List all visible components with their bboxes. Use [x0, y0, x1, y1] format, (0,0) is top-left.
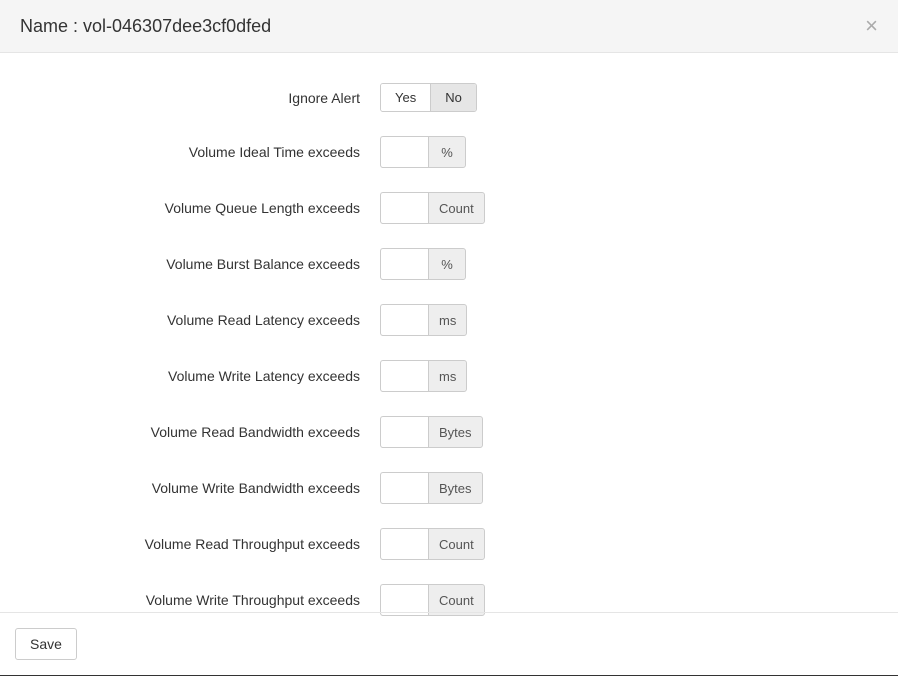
toggle-yes[interactable]: Yes [381, 84, 431, 111]
input-ideal-time[interactable] [380, 136, 428, 168]
toggle-group-ignore-alert: Yes No [380, 83, 477, 112]
modal-title: Name : vol-046307dee3cf0dfed [20, 16, 271, 37]
unit-ideal-time: % [428, 136, 466, 168]
label-write-latency: Volume Write Latency exceeds [20, 368, 380, 384]
label-write-throughput: Volume Write Throughput exceeds [20, 592, 380, 608]
input-group-queue-length: Count [380, 192, 485, 224]
row-write-latency: Volume Write Latency exceeds ms [20, 360, 878, 392]
modal-header: Name : vol-046307dee3cf0dfed × [0, 0, 898, 53]
unit-read-bandwidth: Bytes [428, 416, 483, 448]
unit-write-bandwidth: Bytes [428, 472, 483, 504]
label-ideal-time: Volume Ideal Time exceeds [20, 144, 380, 160]
input-read-bandwidth[interactable] [380, 416, 428, 448]
input-read-latency[interactable] [380, 304, 428, 336]
modal-body: Ignore Alert Yes No Volume Ideal Time ex… [0, 53, 898, 680]
modal-footer: Save [0, 612, 898, 676]
input-group-read-bandwidth: Bytes [380, 416, 483, 448]
close-button[interactable]: × [865, 15, 878, 37]
row-ignore-alert: Ignore Alert Yes No [20, 83, 878, 112]
label-write-bandwidth: Volume Write Bandwidth exceeds [20, 480, 380, 496]
toggle-ignore-alert: Yes No [380, 83, 477, 112]
row-read-bandwidth: Volume Read Bandwidth exceeds Bytes [20, 416, 878, 448]
unit-write-latency: ms [428, 360, 467, 392]
label-read-throughput: Volume Read Throughput exceeds [20, 536, 380, 552]
save-button[interactable]: Save [15, 628, 77, 660]
unit-read-latency: ms [428, 304, 467, 336]
input-queue-length[interactable] [380, 192, 428, 224]
unit-queue-length: Count [428, 192, 485, 224]
label-read-bandwidth: Volume Read Bandwidth exceeds [20, 424, 380, 440]
input-write-latency[interactable] [380, 360, 428, 392]
unit-burst-balance: % [428, 248, 466, 280]
input-group-read-throughput: Count [380, 528, 485, 560]
input-group-write-latency: ms [380, 360, 467, 392]
row-read-throughput: Volume Read Throughput exceeds Count [20, 528, 878, 560]
label-burst-balance: Volume Burst Balance exceeds [20, 256, 380, 272]
unit-read-throughput: Count [428, 528, 485, 560]
input-group-read-latency: ms [380, 304, 467, 336]
row-ideal-time: Volume Ideal Time exceeds % [20, 136, 878, 168]
row-queue-length: Volume Queue Length exceeds Count [20, 192, 878, 224]
label-ignore-alert: Ignore Alert [20, 90, 380, 106]
input-read-throughput[interactable] [380, 528, 428, 560]
close-icon: × [865, 13, 878, 38]
label-queue-length: Volume Queue Length exceeds [20, 200, 380, 216]
input-group-ideal-time: % [380, 136, 466, 168]
input-burst-balance[interactable] [380, 248, 428, 280]
input-group-burst-balance: % [380, 248, 466, 280]
toggle-no[interactable]: No [431, 84, 476, 111]
row-read-latency: Volume Read Latency exceeds ms [20, 304, 878, 336]
row-burst-balance: Volume Burst Balance exceeds % [20, 248, 878, 280]
label-read-latency: Volume Read Latency exceeds [20, 312, 380, 328]
input-group-write-bandwidth: Bytes [380, 472, 483, 504]
input-write-bandwidth[interactable] [380, 472, 428, 504]
row-write-bandwidth: Volume Write Bandwidth exceeds Bytes [20, 472, 878, 504]
